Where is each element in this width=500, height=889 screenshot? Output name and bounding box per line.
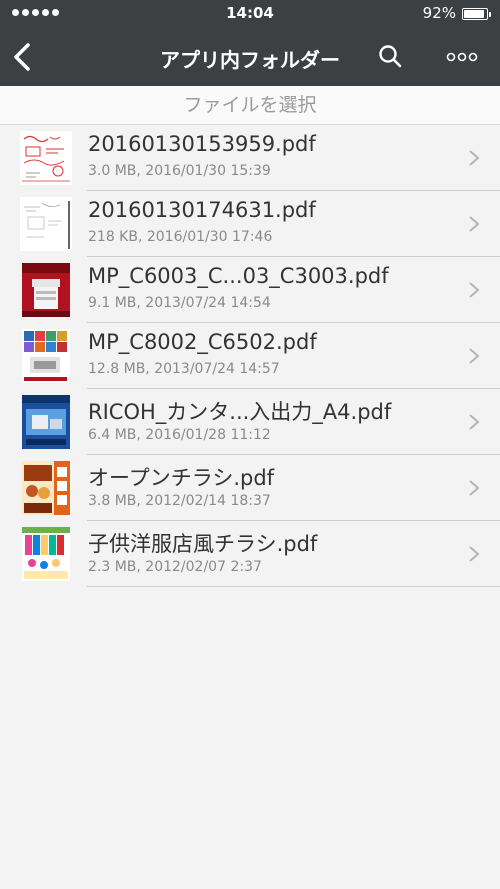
chevron-right-icon xyxy=(469,414,480,430)
chevron-right-icon xyxy=(469,150,480,166)
file-details: 6.4 MB, 2016/01/28 11:12 xyxy=(88,427,271,443)
file-item[interactable]: MP_C8002_C6502.pdf 12.8 MB, 2013/07/24 1… xyxy=(0,323,500,389)
chevron-right-icon xyxy=(469,546,480,562)
file-thumbnail xyxy=(20,263,72,317)
battery-percentage: 92% xyxy=(422,4,456,22)
file-details: 3.8 MB, 2012/02/14 18:37 xyxy=(88,493,271,509)
file-name: RICOH_カンタ...入出力_A4.pdf xyxy=(88,400,392,424)
file-thumbnail xyxy=(20,395,72,449)
file-details: 12.8 MB, 2013/07/24 14:57 xyxy=(88,361,280,377)
file-item[interactable]: 20160130153959.pdf 3.0 MB, 2016/01/30 15… xyxy=(0,125,500,191)
file-item[interactable]: 20160130174631.pdf 218 KB, 2016/01/30 17… xyxy=(0,191,500,257)
file-name: 20160130174631.pdf xyxy=(88,198,316,222)
back-button[interactable] xyxy=(6,37,46,77)
chevron-right-icon xyxy=(469,348,480,364)
search-button[interactable] xyxy=(373,40,407,74)
file-name: MP_C6003_C...03_C3003.pdf xyxy=(88,264,389,288)
file-item[interactable]: オープンチラシ.pdf 3.8 MB, 2012/02/14 18:37 xyxy=(0,455,500,521)
chevron-left-icon xyxy=(14,43,30,71)
file-name: 20160130153959.pdf xyxy=(88,132,316,156)
chevron-right-icon xyxy=(469,216,480,232)
file-details: 2.3 MB, 2012/02/07 2:37 xyxy=(88,559,262,575)
file-thumbnail xyxy=(20,527,72,581)
file-thumbnail xyxy=(20,329,72,383)
select-file-label: ファイルを選択 xyxy=(183,94,317,116)
chevron-right-icon xyxy=(469,480,480,496)
file-thumbnail xyxy=(20,197,72,251)
file-item[interactable]: MP_C6003_C...03_C3003.pdf 9.1 MB, 2013/0… xyxy=(0,257,500,323)
page-title: アプリ内フォルダー xyxy=(160,48,340,72)
status-bar: 14:04 92% xyxy=(0,0,500,28)
chevron-right-icon xyxy=(469,282,480,298)
file-thumbnail xyxy=(20,131,72,185)
file-thumbnail xyxy=(20,461,72,515)
file-item[interactable]: 子供洋服店風チラシ.pdf 2.3 MB, 2012/02/07 2:37 xyxy=(0,521,500,587)
row-divider xyxy=(87,586,500,587)
file-list: 20160130153959.pdf 3.0 MB, 2016/01/30 15… xyxy=(0,125,500,587)
file-item[interactable]: RICOH_カンタ...入出力_A4.pdf 6.4 MB, 2016/01/2… xyxy=(0,389,500,455)
select-file-header: ファイルを選択 xyxy=(0,86,500,125)
file-name: MP_C8002_C6502.pdf xyxy=(88,330,317,354)
file-name: 子供洋服店風チラシ.pdf xyxy=(88,532,318,556)
file-details: 9.1 MB, 2013/07/24 14:54 xyxy=(88,295,271,311)
file-details: 218 KB, 2016/01/30 17:46 xyxy=(88,229,273,245)
more-options-button[interactable] xyxy=(440,40,484,74)
file-details: 3.0 MB, 2016/01/30 15:39 xyxy=(88,163,271,179)
navigation-bar: アプリ内フォルダー xyxy=(0,28,500,86)
file-name: オープンチラシ.pdf xyxy=(88,466,275,490)
battery-icon xyxy=(462,8,491,20)
more-dots-icon xyxy=(446,52,478,62)
search-icon xyxy=(379,45,402,68)
